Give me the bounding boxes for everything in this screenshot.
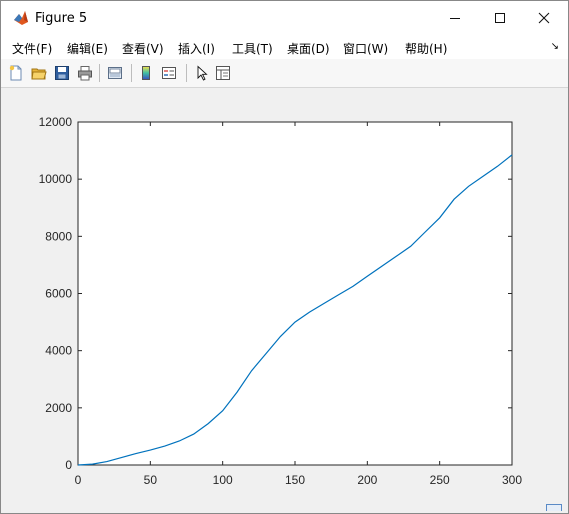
close-icon xyxy=(538,12,549,24)
menu-window[interactable]: 窗口(W) xyxy=(343,40,388,57)
title-bar[interactable]: Figure 5 xyxy=(1,1,568,35)
y-tick-label: 8000 xyxy=(45,229,72,243)
menu-insert[interactable]: 插入(I) xyxy=(178,40,215,57)
maximize-button[interactable] xyxy=(477,1,522,35)
window-title: Figure 5 xyxy=(35,11,88,26)
link-plot-icon[interactable] xyxy=(107,65,123,81)
close-button[interactable] xyxy=(521,1,566,35)
toolbar-overflow-icon[interactable]: ↘ xyxy=(551,41,559,52)
maximize-icon xyxy=(494,13,505,23)
matlab-logo-icon xyxy=(14,11,28,25)
axes-box xyxy=(77,121,513,466)
menu-view[interactable]: 查看(V) xyxy=(122,40,164,57)
minimize-button[interactable] xyxy=(432,1,477,35)
open-file-icon[interactable] xyxy=(31,65,47,81)
y-tick-label: 2000 xyxy=(45,401,72,415)
figure-window: Figure 5 文件(F) 编辑(E) 查看(V) 插入(I) 工具(T) 桌… xyxy=(0,0,569,514)
x-tick-label: 250 xyxy=(430,473,450,487)
minimize-icon xyxy=(449,18,460,19)
print-icon[interactable] xyxy=(77,65,93,81)
x-tick-label: 200 xyxy=(357,473,377,487)
colorbar-icon[interactable] xyxy=(138,65,154,81)
menu-edit[interactable]: 编辑(E) xyxy=(67,40,108,57)
y-tick-label: 6000 xyxy=(45,287,72,301)
edit-plot-arrow-icon[interactable] xyxy=(194,65,210,81)
y-tick-label: 4000 xyxy=(45,344,72,358)
x-tick-label: 0 xyxy=(75,473,82,487)
y-tick-label: 12000 xyxy=(39,115,73,129)
x-tick-label: 300 xyxy=(502,473,522,487)
figure-canvas: 0 50 100 150 200 250 300 0 2000 4000 6000 8000 10000… xyxy=(1,88,568,513)
y-tick-label: 10000 xyxy=(39,172,73,186)
toolbar-separator xyxy=(186,64,187,82)
figure-toolbar xyxy=(1,59,568,88)
menu-help[interactable]: 帮助(H) xyxy=(405,40,447,57)
x-tick-label: 150 xyxy=(285,473,305,487)
y-tick-label: 0 xyxy=(65,458,72,472)
resize-grip[interactable] xyxy=(546,504,562,511)
new-figure-icon[interactable] xyxy=(8,65,24,81)
x-tick-label: 100 xyxy=(213,473,233,487)
menu-tools[interactable]: 工具(T) xyxy=(232,40,273,57)
toolbar-separator xyxy=(99,64,100,82)
legend-icon[interactable] xyxy=(161,65,177,81)
toolbar-separator xyxy=(131,64,132,82)
save-icon[interactable] xyxy=(54,65,70,81)
property-inspector-icon[interactable] xyxy=(215,65,231,81)
menu-bar: 文件(F) 编辑(E) 查看(V) 插入(I) 工具(T) 桌面(D) 窗口(W… xyxy=(1,35,568,59)
menu-file[interactable]: 文件(F) xyxy=(12,40,52,57)
menu-desktop[interactable]: 桌面(D) xyxy=(287,40,330,57)
x-tick-label: 50 xyxy=(144,473,158,487)
line-plot: 0 50 100 150 200 250 300 0 2000 4000 6000 8000 10000… xyxy=(39,115,523,487)
